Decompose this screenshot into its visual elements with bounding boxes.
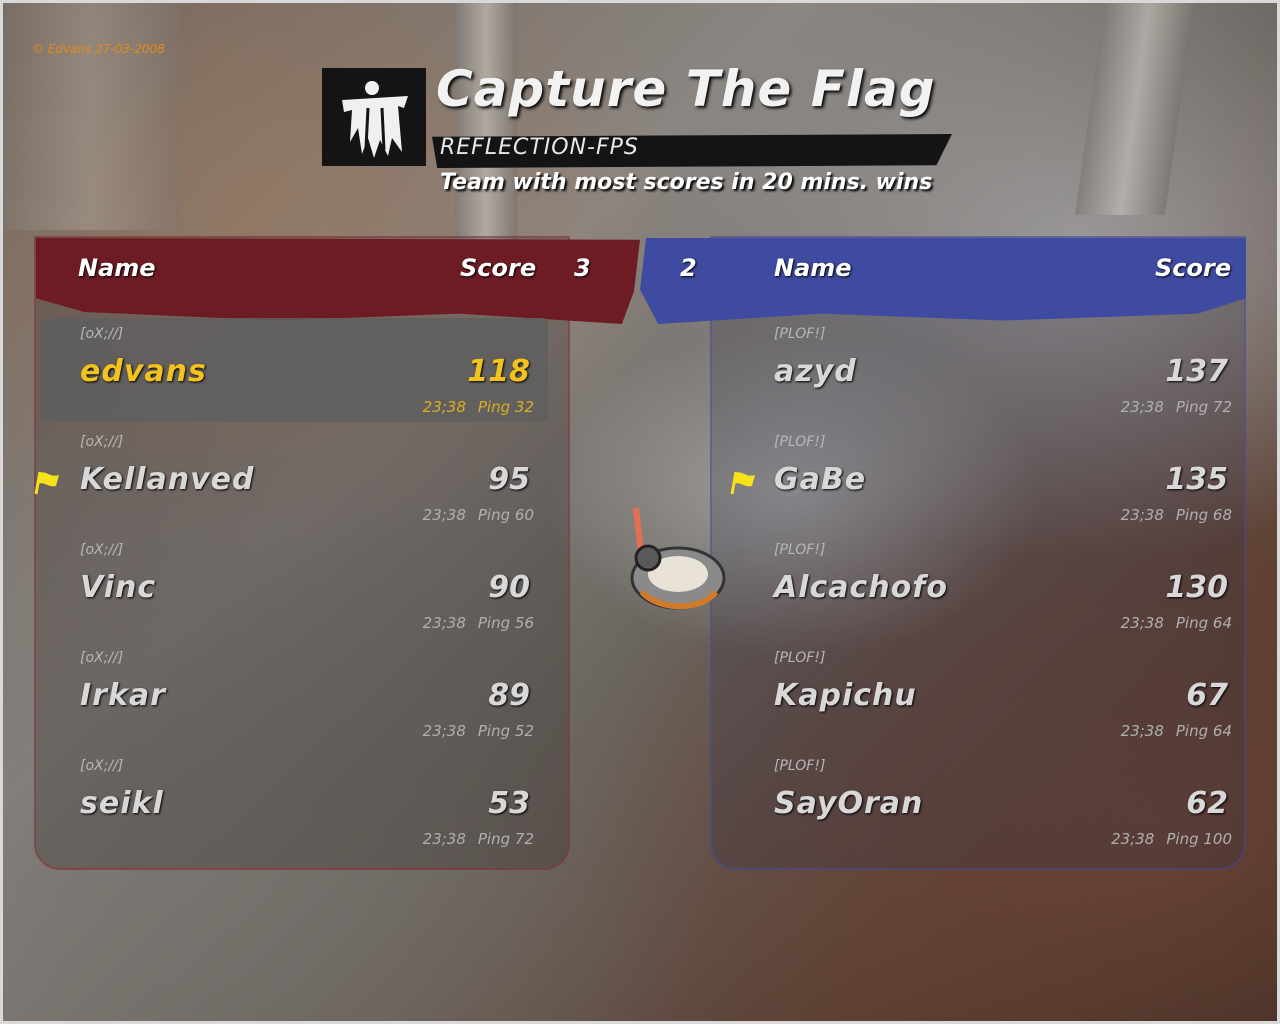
- blue-team-score: 2: [680, 254, 697, 282]
- red-player-row: [oX;//] edvans 118 23;38 Ping 32: [0, 326, 640, 434]
- player-clan-tag: [oX;//]: [80, 434, 124, 450]
- player-clan-tag: [PLOF!]: [774, 326, 826, 342]
- game-mode-title: Capture The Flag: [436, 60, 936, 118]
- player-name: Irkar: [80, 678, 166, 713]
- player-score: 118: [467, 354, 530, 389]
- player-time-ping: 23;38 Ping 64: [1012, 614, 1232, 632]
- player-clan-tag: [PLOF!]: [774, 650, 826, 666]
- player-time: 23;38: [422, 830, 466, 848]
- player-time-ping: 23;38 Ping 72: [314, 830, 534, 848]
- background-pillar: [0, 0, 180, 230]
- background-pillar: [1074, 0, 1196, 215]
- player-name: azyd: [774, 354, 857, 389]
- map-name: REFLECTION-FPS: [440, 135, 639, 160]
- red-name-column-header: Name: [78, 254, 156, 282]
- player-score: 95: [488, 462, 530, 497]
- blue-player-row: [PLOF!] Kapichu 67 23;38 Ping 64: [640, 650, 1280, 758]
- player-ping: Ping 100: [1166, 830, 1232, 848]
- red-player-row: [oX;//] Kellanved 95 23;38 Ping 60: [0, 434, 640, 542]
- player-time-ping: 23;38 Ping 56: [314, 614, 534, 632]
- player-time-ping: 23;38 Ping 52: [314, 722, 534, 740]
- background-pillar: [455, 0, 517, 240]
- player-name: seikl: [80, 786, 164, 821]
- player-name: Kapichu: [774, 678, 917, 713]
- red-team-score: 3: [574, 254, 591, 282]
- player-name: Vinc: [80, 570, 157, 605]
- player-ping: Ping 72: [1175, 398, 1232, 416]
- player-name: SayOran: [774, 786, 924, 821]
- player-score: 62: [1186, 786, 1228, 821]
- player-time-ping: 23;38 Ping 100: [1012, 830, 1232, 848]
- flag-base-icon: [630, 507, 726, 610]
- blue-player-row: [PLOF!] SayOran 62 23;38 Ping 100: [640, 758, 1280, 866]
- ctf-logo: [322, 68, 426, 166]
- player-ping: Ping 68: [1175, 506, 1232, 524]
- player-clan-tag: [oX;//]: [80, 758, 124, 774]
- flag-carrier-icon: [34, 471, 59, 495]
- player-name: GaBe: [774, 462, 867, 497]
- player-score: 137: [1165, 354, 1228, 389]
- player-clan-tag: [oX;//]: [80, 326, 124, 342]
- copyright-text: © Edvans 27-03-2008: [32, 42, 165, 56]
- player-time-ping: 23;38 Ping 60: [314, 506, 534, 524]
- flag-emblem-icon: [342, 81, 408, 158]
- player-ping: Ping 52: [477, 722, 534, 740]
- player-name: Alcachofo: [774, 570, 948, 605]
- objective-text: Team with most scores in 20 mins. wins: [440, 170, 933, 195]
- player-ping: Ping 64: [1175, 614, 1232, 632]
- player-ping: Ping 60: [477, 506, 534, 524]
- player-time: 23;38: [1120, 614, 1164, 632]
- player-clan-tag: [PLOF!]: [774, 434, 826, 450]
- player-ping: Ping 64: [1175, 722, 1232, 740]
- flag-carrier-icon: [730, 471, 755, 495]
- player-time: 23;38: [422, 506, 466, 524]
- player-score: 53: [488, 786, 530, 821]
- player-score: 90: [488, 570, 530, 605]
- player-time: 23;38: [422, 614, 466, 632]
- player-clan-tag: [PLOF!]: [774, 758, 826, 774]
- player-name: edvans: [80, 354, 207, 389]
- player-time: 23;38: [422, 398, 466, 416]
- blue-player-row: [PLOF!] azyd 137 23;38 Ping 72: [640, 326, 1280, 434]
- blue-name-column-header: Name: [774, 254, 852, 282]
- player-ping: Ping 72: [477, 830, 534, 848]
- player-ping: Ping 56: [477, 614, 534, 632]
- player-time-ping: 23;38 Ping 32: [314, 398, 534, 416]
- player-score: 135: [1165, 462, 1228, 497]
- red-score-column-header: Score: [460, 254, 537, 282]
- player-name: Kellanved: [80, 462, 255, 497]
- red-player-row: [oX;//] Vinc 90 23;38 Ping 56: [0, 542, 640, 650]
- player-time: 23;38: [1111, 830, 1155, 848]
- player-time: 23;38: [1120, 398, 1164, 416]
- player-time-ping: 23;38 Ping 72: [1012, 398, 1232, 416]
- blue-score-column-header: Score: [1155, 254, 1232, 282]
- player-time: 23;38: [1120, 506, 1164, 524]
- red-player-row: [oX;//] seikl 53 23;38 Ping 72: [0, 758, 640, 866]
- player-score: 89: [488, 678, 530, 713]
- player-time: 23;38: [1120, 722, 1164, 740]
- player-ping: Ping 32: [477, 398, 534, 416]
- player-score: 130: [1165, 570, 1228, 605]
- player-clan-tag: [PLOF!]: [774, 542, 826, 558]
- player-clan-tag: [oX;//]: [80, 650, 124, 666]
- player-time-ping: 23;38 Ping 64: [1012, 722, 1232, 740]
- player-time: 23;38: [422, 722, 466, 740]
- player-clan-tag: [oX;//]: [80, 542, 124, 558]
- red-player-row: [oX;//] Irkar 89 23;38 Ping 52: [0, 650, 640, 758]
- player-score: 67: [1186, 678, 1228, 713]
- player-time-ping: 23;38 Ping 68: [1012, 506, 1232, 524]
